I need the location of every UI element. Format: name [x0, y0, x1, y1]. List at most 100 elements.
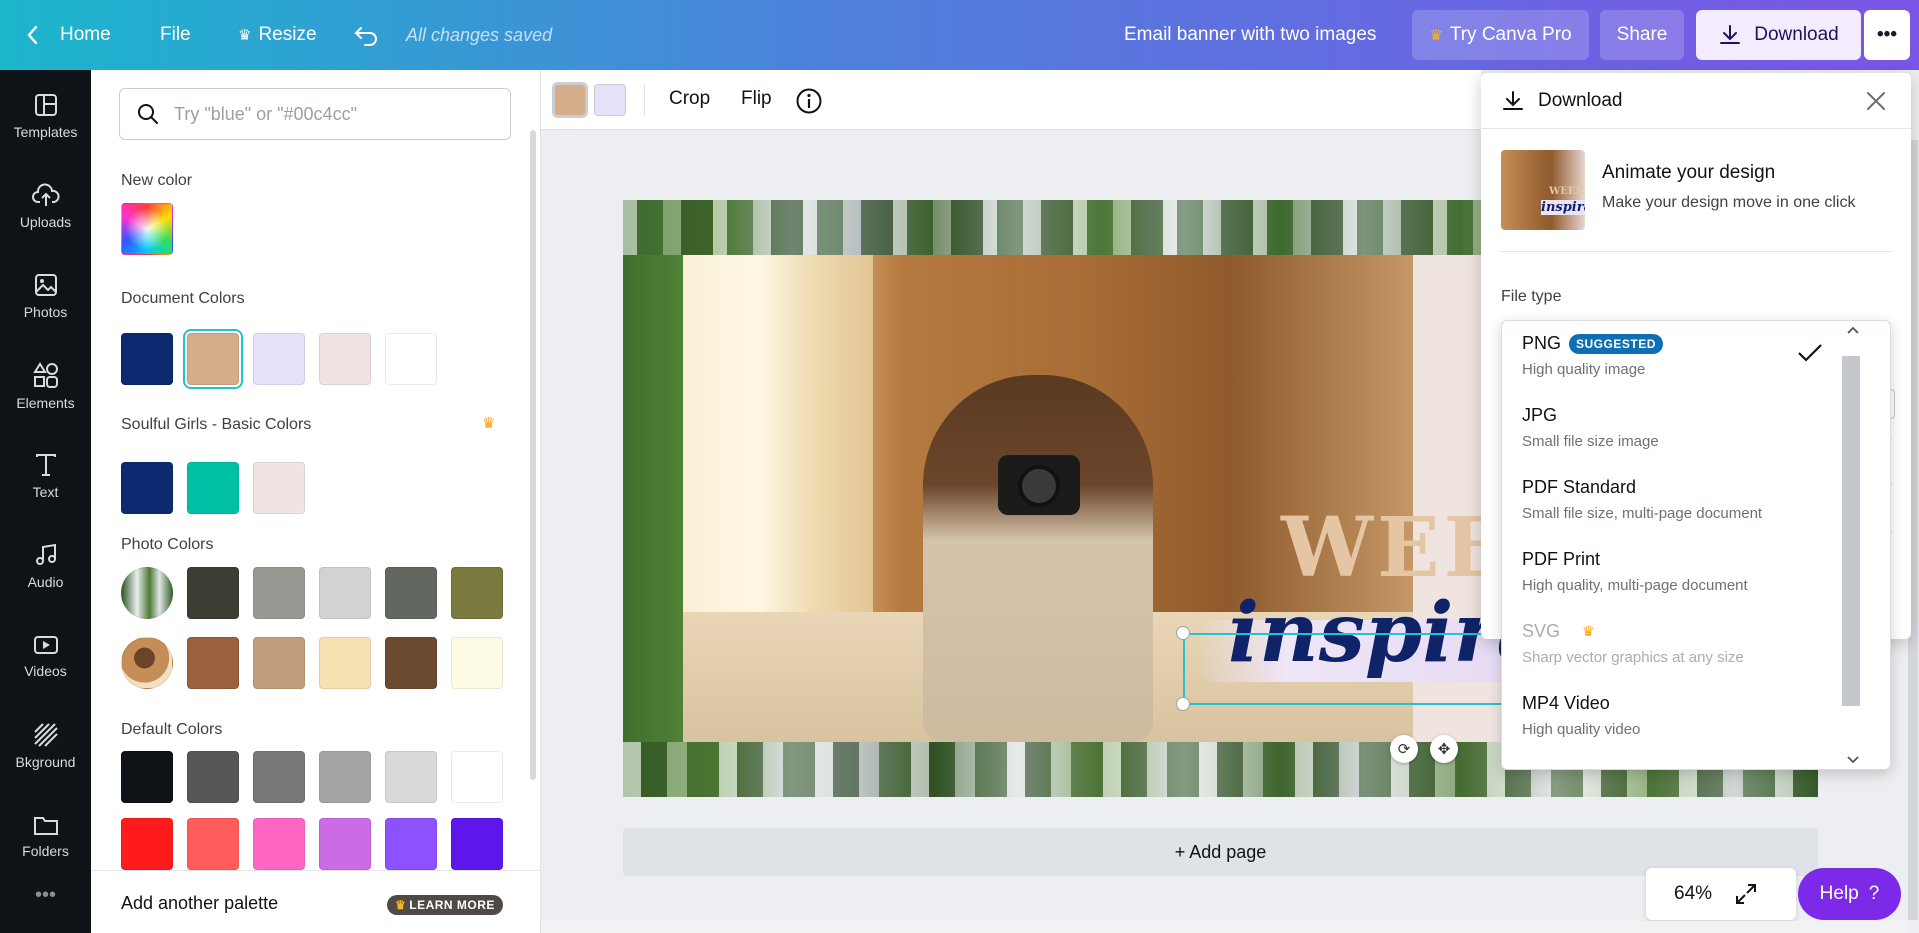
suggested-badge: SUGGESTED — [1569, 333, 1663, 354]
photo-colors-title: Photo Colors — [121, 536, 214, 553]
default-color-swatch[interactable] — [187, 818, 239, 870]
brand-color-swatch[interactable] — [187, 462, 239, 514]
toolbar-divider — [644, 84, 645, 116]
top-bar: Home File ♛ Resize All changes saved Ema… — [0, 0, 1919, 70]
rail-item-text[interactable]: Text — [0, 436, 91, 516]
document-color-swatch[interactable] — [385, 333, 437, 385]
document-color-swatch[interactable] — [121, 333, 173, 385]
photo-color-swatch[interactable] — [385, 637, 437, 689]
photo-color-swatch[interactable] — [187, 637, 239, 689]
file-type-option-png[interactable]: PNG SUGGESTED High quality image — [1502, 321, 1842, 393]
download-panel-title: Download — [1538, 90, 1623, 111]
add-palette-link[interactable]: Add another palette — [121, 893, 278, 914]
resize-button[interactable]: ♛ Resize — [238, 0, 317, 70]
photo-thumb-woman[interactable] — [121, 637, 173, 689]
default-color-swatch[interactable] — [121, 751, 173, 803]
selected-element-outline[interactable] — [1183, 633, 1503, 705]
photo-color-swatch[interactable] — [385, 567, 437, 619]
file-type-dropdown[interactable]: PNG SUGGESTED High quality image JPG Sma… — [1501, 320, 1891, 770]
download-button[interactable]: Download — [1696, 10, 1861, 60]
rail-item-elements[interactable]: Elements — [0, 346, 91, 426]
crown-icon: ♛ — [1582, 623, 1595, 639]
toolbar-color-swatch-2[interactable] — [594, 84, 626, 116]
default-color-swatch[interactable] — [319, 818, 371, 870]
more-options-button[interactable]: ••• — [1864, 10, 1910, 60]
file-menu-button[interactable]: File — [160, 0, 191, 70]
crop-button[interactable]: Crop — [669, 88, 710, 110]
rail-more-button[interactable]: ••• — [0, 875, 91, 915]
flip-button[interactable]: Flip — [741, 88, 772, 110]
undo-icon — [354, 27, 377, 46]
file-type-option-svg[interactable]: SVG ♛ Sharp vector graphics at any size — [1502, 609, 1842, 681]
default-color-swatch[interactable] — [187, 751, 239, 803]
default-color-swatch[interactable] — [121, 818, 173, 870]
photo-color-swatch[interactable] — [319, 637, 371, 689]
brand-color-swatch[interactable] — [121, 462, 173, 514]
default-color-swatch[interactable] — [253, 751, 305, 803]
resize-handle-top-left[interactable] — [1176, 626, 1190, 640]
default-color-swatch[interactable] — [385, 751, 437, 803]
chevron-down-icon[interactable] — [1846, 755, 1860, 765]
default-color-swatch[interactable] — [385, 818, 437, 870]
chevron-up-icon[interactable] — [1846, 325, 1860, 335]
rail-item-folders[interactable]: Folders — [0, 796, 91, 876]
left-rail: Templates Uploads Photos Elements Text A… — [0, 70, 91, 933]
design-title[interactable]: Email banner with two images — [1124, 0, 1376, 70]
file-type-option-pdf-standard[interactable]: PDF Standard Small file size, multi-page… — [1502, 465, 1842, 537]
file-type-option-jpg[interactable]: JPG Small file size image — [1502, 393, 1842, 465]
resize-handle-bottom-left[interactable] — [1176, 697, 1190, 711]
default-color-swatch[interactable] — [319, 751, 371, 803]
photo-color-swatch[interactable] — [253, 637, 305, 689]
option-description: Small file size, multi-page document — [1522, 505, 1763, 522]
try-canva-pro-button[interactable]: ♛ Try Canva Pro — [1412, 10, 1589, 60]
home-button[interactable]: Home — [26, 0, 111, 70]
rail-item-background[interactable]: Bkground — [0, 706, 91, 786]
option-description: High quality video — [1522, 721, 1641, 738]
color-search-input[interactable]: Try "blue" or "#00c4cc" — [119, 88, 511, 140]
undo-button[interactable] — [354, 0, 380, 70]
photo-thumb-waterfall[interactable] — [121, 567, 173, 619]
document-color-swatch[interactable] — [319, 333, 371, 385]
file-type-option-pdf-print[interactable]: PDF Print High quality, multi-page docum… — [1502, 537, 1842, 609]
rail-item-photos[interactable]: Photos — [0, 256, 91, 336]
canvas-horizontal-scrollbar[interactable] — [541, 921, 1908, 933]
photo-color-swatch[interactable] — [253, 567, 305, 619]
download-icon — [1503, 91, 1523, 110]
default-color-swatch[interactable] — [451, 818, 503, 870]
info-icon[interactable] — [795, 87, 823, 115]
woman-figure — [923, 375, 1153, 742]
learn-more-badge[interactable]: ♛ LEARN MORE — [387, 895, 503, 915]
rail-item-uploads[interactable]: Uploads — [0, 166, 91, 246]
rail-label: Templates — [13, 124, 78, 140]
zoom-control: 64% — [1646, 868, 1796, 920]
rotate-handle-icon[interactable]: ⟳ — [1390, 735, 1418, 763]
photo-color-swatch[interactable] — [451, 637, 503, 689]
document-color-swatch[interactable] — [253, 333, 305, 385]
brand-color-swatch[interactable] — [253, 462, 305, 514]
zoom-level[interactable]: 64% — [1674, 883, 1712, 905]
option-name: JPG — [1522, 405, 1558, 425]
toolbar-color-swatch-1[interactable] — [552, 82, 588, 118]
document-color-swatch[interactable] — [183, 329, 243, 389]
add-page-button[interactable]: + Add page — [623, 828, 1818, 876]
share-button[interactable]: Share — [1600, 10, 1684, 60]
panel-scrollbar[interactable] — [530, 130, 536, 780]
new-color-picker[interactable] — [121, 203, 173, 255]
help-button[interactable]: Help ? — [1798, 868, 1901, 920]
animate-design-card[interactable]: WEEK inspirati Animate your design Make … — [1501, 150, 1891, 252]
option-name: PDF Standard — [1522, 477, 1637, 497]
photo-color-swatch[interactable] — [319, 567, 371, 619]
fullscreen-icon[interactable] — [1734, 882, 1758, 906]
photo-color-swatch[interactable] — [451, 567, 503, 619]
close-icon[interactable] — [1865, 90, 1887, 112]
default-color-swatch[interactable] — [253, 818, 305, 870]
dropdown-scrollbar-thumb[interactable] — [1842, 356, 1860, 706]
photo-color-swatch[interactable] — [187, 567, 239, 619]
rail-item-templates[interactable]: Templates — [0, 76, 91, 156]
move-handle-icon[interactable]: ✥ — [1430, 735, 1458, 763]
rail-item-videos[interactable]: Videos — [0, 616, 91, 696]
default-color-swatch[interactable] — [451, 751, 503, 803]
rail-item-audio[interactable]: Audio — [0, 526, 91, 606]
file-type-option-mp4[interactable]: MP4 Video High quality video — [1502, 681, 1842, 753]
animate-title: Animate your design — [1602, 162, 1776, 183]
